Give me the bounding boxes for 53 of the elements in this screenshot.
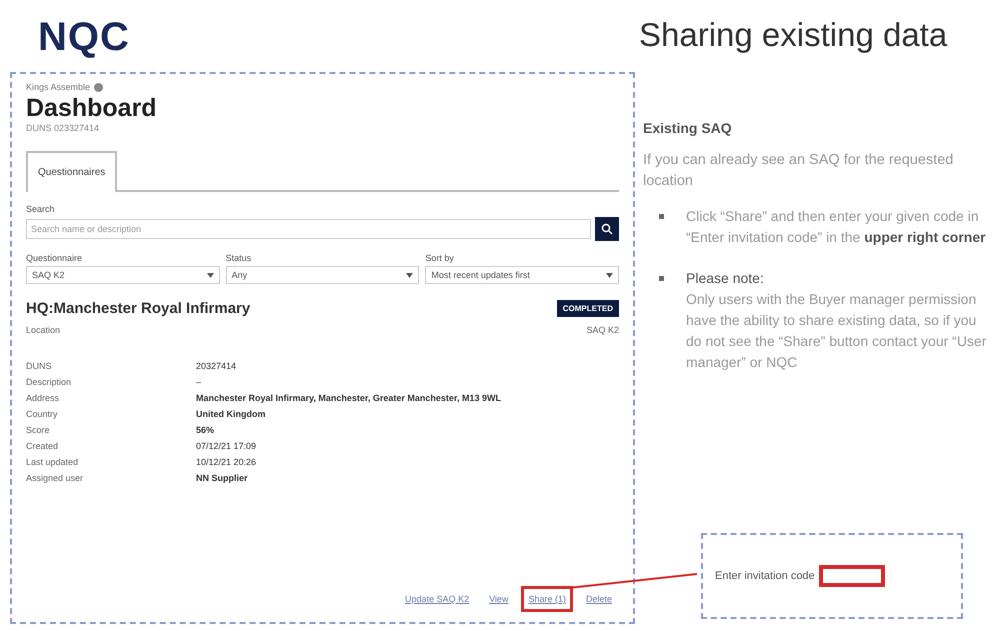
action-link[interactable]: Update SAQ K2 [398,586,476,612]
detail-value: – [196,377,202,387]
filter-select[interactable]: SAQ K2 [26,266,220,284]
chevron-down-icon [406,272,414,278]
duns-number: DUNS 023327414 [26,123,100,133]
logo: NQC [38,14,131,61]
location-title: HQ:Manchester Royal Infirmary [26,300,250,317]
search-field[interactable]: Search name or description [26,219,591,239]
detail-label: Address [26,393,60,403]
detail-value: NN Supplier [196,473,249,483]
action-link[interactable]: View [482,586,516,612]
questionnaire-type: SAQ K2 [586,325,619,335]
detail-label: DUNS [26,361,53,371]
filter-select[interactable]: Any [226,266,420,284]
detail-label: Score [26,425,51,435]
bullet-icon [659,214,664,219]
detail-label: Created [26,441,60,451]
location-label: Location [26,325,60,335]
detail-label: Last updated [26,457,80,467]
detail-value: 10/12/21 20:26 [196,457,258,467]
detail-label: Country [26,409,59,419]
detail-value: Manchester Royal Infirmary, Manchester, Greater Manchester, M13 9WL [196,393,502,403]
bullet-text: Only users with the Buyer manager permission have the ability to share existing data, so if you do not see the “Share” button contact your “User manager” or NQC [686,290,988,372]
tab[interactable]: Questionnaires [26,151,118,192]
action-link[interactable]: Delete [578,586,619,612]
detail-value: 07/12/21 17:09 [196,441,258,451]
detail-value: 56% [196,425,216,435]
slide-title: Sharing existing data [639,15,948,55]
note-title: Please note: [686,269,765,288]
filter-select[interactable]: Most recent updates first [425,266,619,284]
search-button[interactable] [595,217,619,241]
filter-label: Status [226,253,252,263]
search-label: Search [26,204,56,214]
intro-text: If you can already see an SAQ for the requested location [643,151,954,191]
invitation-code-field[interactable] [818,565,885,587]
status-badge: COMPLETED [556,300,619,317]
action-link[interactable]: Share (1) [521,586,573,612]
detail-value: United Kingdom [196,409,266,419]
detail-label: Description [26,377,72,387]
section-heading: Existing SAQ [643,120,733,136]
chevron-down-icon [606,272,613,278]
invitation-label: Enter invitation code [715,570,815,582]
filter-label: Sort by [425,253,455,263]
info-icon [94,82,104,92]
page-title: Dashboard [26,94,158,123]
filter-label: Questionnaire [26,253,84,263]
bullet-text: Click “Share” and then enter your given code in “Enter invitation code” in the upper right corner [686,207,987,247]
breadcrumb: Kings Assemble [26,82,90,92]
search-icon [601,223,613,235]
detail-value: 20327414 [196,361,238,371]
detail-label: Assigned user [26,473,84,483]
bullet-icon [659,276,664,281]
chevron-down-icon [206,272,214,278]
